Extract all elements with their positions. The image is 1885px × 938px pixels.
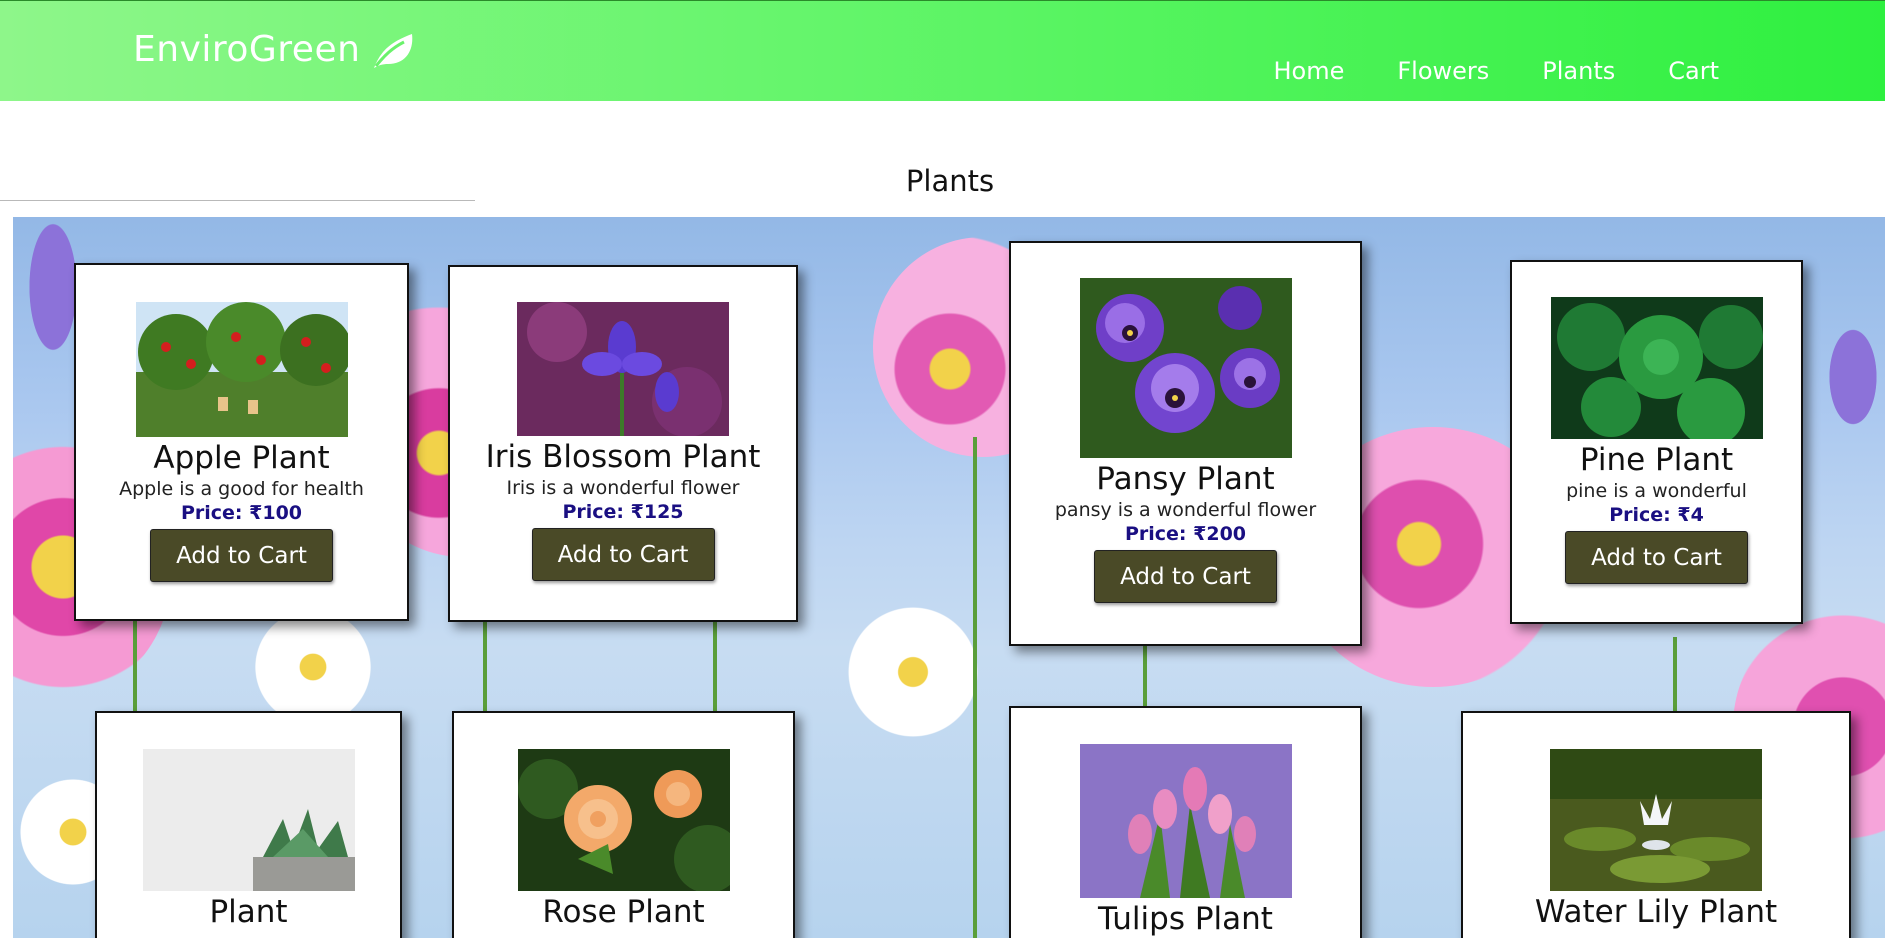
product-price: Price: ₹125: [562, 501, 684, 523]
nav-home[interactable]: Home: [1273, 57, 1344, 85]
product-description: pine is a wonderful: [1566, 480, 1747, 502]
product-card: Apple Plant Apple is a good for health P…: [74, 263, 409, 621]
product-price: Price: ₹100: [180, 502, 303, 524]
product-gallery: Apple Plant Apple is a good for health P…: [13, 217, 1885, 938]
site-header: EnviroGreen Home Flowers Plants Cart: [0, 0, 1885, 101]
product-card: Plant: [95, 711, 402, 938]
nav-flowers[interactable]: Flowers: [1397, 57, 1489, 85]
plant-image: [142, 749, 355, 891]
product-name: Apple Plant: [153, 440, 330, 476]
main-nav: Home Flowers Plants Cart: [1273, 57, 1719, 85]
product-description: pansy is a wonderful flower: [1054, 499, 1317, 521]
page-title: Plants: [905, 164, 995, 198]
water-lily-plant-image: [1550, 749, 1762, 891]
nav-plants[interactable]: Plants: [1542, 57, 1615, 85]
add-to-cart-button[interactable]: Add to Cart: [150, 529, 333, 582]
product-price: Price: ₹4: [1609, 504, 1704, 526]
brand-name: EnviroGreen: [133, 29, 361, 70]
product-name: Pansy Plant: [1096, 461, 1275, 497]
iris-blossom-plant-image: [517, 302, 729, 436]
apple-plant-image: [135, 302, 348, 437]
product-card: Iris Blossom Plant Iris is a wonderful f…: [448, 265, 798, 622]
product-name: Iris Blossom Plant: [485, 439, 761, 475]
product-name: Plant: [209, 894, 288, 930]
add-to-cart-button[interactable]: Add to Cart: [531, 528, 715, 581]
add-to-cart-button[interactable]: Add to Cart: [1565, 531, 1748, 584]
product-name: Pine Plant: [1579, 442, 1734, 478]
brand-logo[interactable]: EnviroGreen: [133, 29, 416, 70]
product-price: Price: ₹200: [1124, 523, 1247, 545]
rose-plant-image: [517, 749, 730, 891]
add-to-cart-button[interactable]: Add to Cart: [1094, 550, 1277, 603]
product-card: Rose Plant: [452, 711, 795, 938]
product-name: Tulips Plant: [1098, 901, 1273, 937]
leaf-icon: [374, 33, 413, 68]
pine-plant-image: [1550, 297, 1763, 439]
product-card: Water Lily Plant: [1461, 711, 1851, 938]
product-card: Pansy Plant pansy is a wonderful flower …: [1009, 241, 1362, 646]
nav-cart[interactable]: Cart: [1668, 57, 1719, 85]
product-description: Iris is a wonderful flower: [506, 477, 740, 499]
product-name: Rose Plant: [542, 894, 705, 930]
product-description: Apple is a good for health: [119, 478, 364, 500]
divider: [0, 200, 475, 201]
tulips-plant-image: [1079, 744, 1292, 898]
product-card: Pine Plant pine is a wonderful Price: ₹4…: [1510, 260, 1803, 624]
product-card: Tulips Plant: [1009, 706, 1362, 938]
pansy-plant-image: [1079, 278, 1292, 458]
product-name: Water Lily Plant: [1534, 894, 1778, 930]
